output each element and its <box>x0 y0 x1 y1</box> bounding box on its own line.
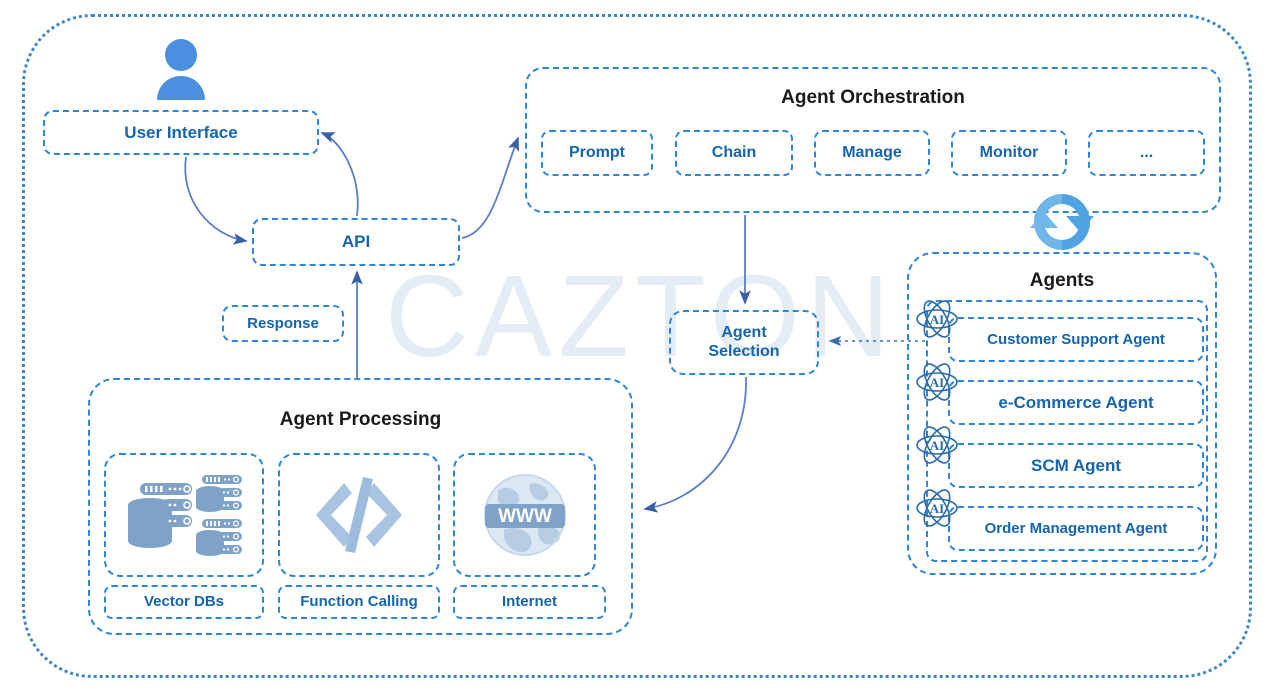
svg-text:AI: AI <box>930 501 944 516</box>
vector-dbs-icon-box[interactable] <box>104 453 264 577</box>
globe-www-icon: WWW <box>483 474 566 556</box>
ai-atom-icon: AI <box>916 300 958 338</box>
orchestration-button-prompt[interactable]: Prompt <box>541 130 653 176</box>
agent-item-ecommerce[interactable]: e-Commerce Agent <box>948 380 1204 425</box>
code-brackets-icon <box>316 477 402 553</box>
processing-label-function-calling[interactable]: Function Calling <box>278 585 440 619</box>
user-avatar-icon <box>157 39 205 100</box>
agent-selection-node[interactable]: Agent Selection <box>669 310 819 375</box>
agent-item-customer-support[interactable]: Customer Support Agent <box>948 317 1204 362</box>
svg-text:AI: AI <box>930 312 944 327</box>
agent-item-scm[interactable]: SCM Agent <box>948 443 1204 488</box>
agent-item-order-management[interactable]: Order Management Agent <box>948 506 1204 551</box>
svg-text:AI: AI <box>930 438 944 453</box>
ai-atom-icon: AI <box>916 363 958 401</box>
agent-orchestration-title: Agent Orchestration <box>781 87 965 108</box>
api-node[interactable]: API <box>252 218 460 266</box>
diagram-canvas: CAZTON User Interface API Response Agent… <box>0 0 1280 693</box>
sync-refresh-icon <box>1030 194 1094 250</box>
internet-icon-box[interactable]: WWW <box>453 453 596 577</box>
processing-label-vector-dbs[interactable]: Vector DBs <box>104 585 264 619</box>
user-interface-node[interactable]: User Interface <box>43 110 319 155</box>
ai-atom-icon: AI <box>916 426 958 464</box>
orchestration-button-chain[interactable]: Chain <box>675 130 793 176</box>
agents-title: Agents <box>1029 270 1095 291</box>
svg-text:AI: AI <box>930 375 944 390</box>
svg-text:WWW: WWW <box>498 506 552 527</box>
agent-processing-title: Agent Processing <box>279 409 442 430</box>
orchestration-button-monitor[interactable]: Monitor <box>951 130 1067 176</box>
orchestration-button-more[interactable]: ... <box>1088 130 1205 176</box>
agent-selection-label: Agent Selection <box>708 324 780 360</box>
processing-label-internet[interactable]: Internet <box>453 585 606 619</box>
ai-atom-icon: AI <box>916 489 958 527</box>
function-calling-icon-box[interactable] <box>278 453 440 577</box>
orchestration-button-manage[interactable]: Manage <box>814 130 930 176</box>
database-stack-icon <box>128 475 242 556</box>
response-node[interactable]: Response <box>222 305 344 342</box>
